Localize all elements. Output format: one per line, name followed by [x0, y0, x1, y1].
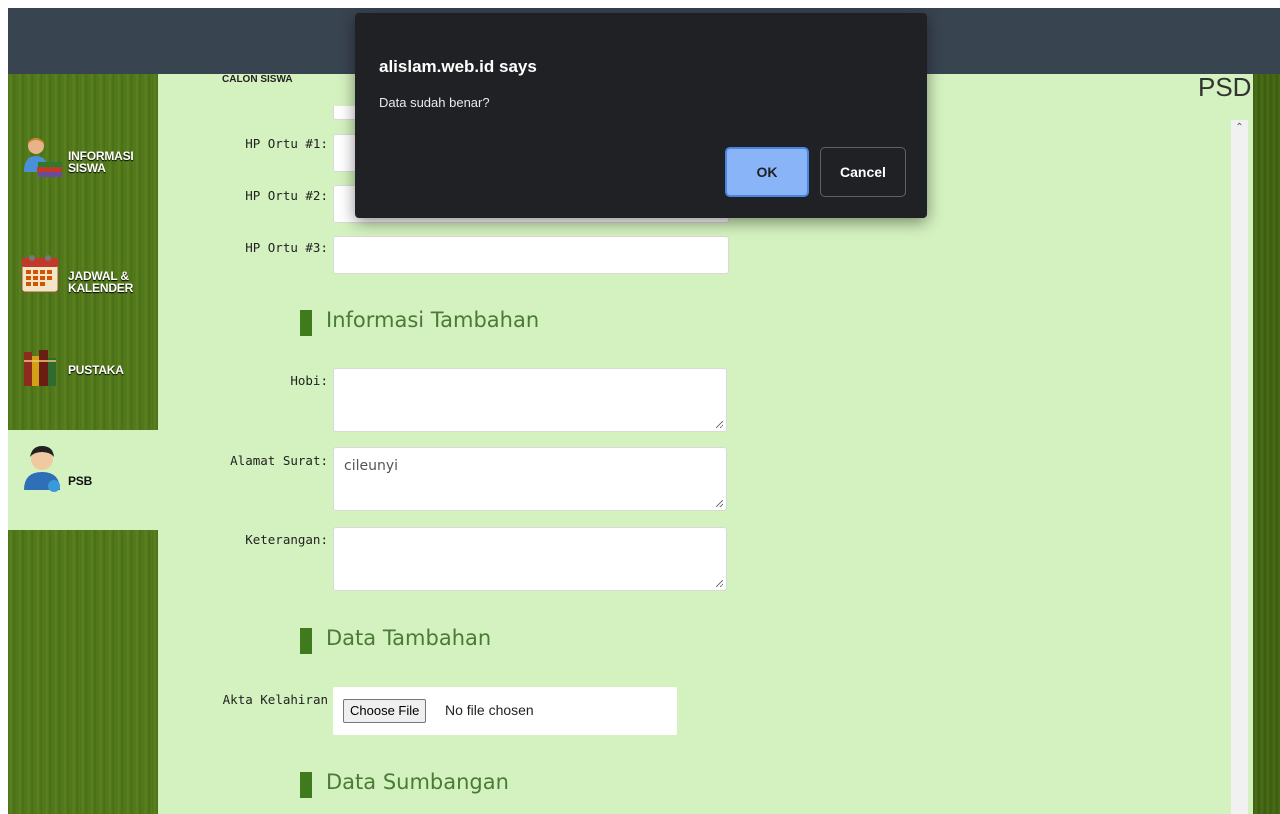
- choose-file-button[interactable]: Choose File: [343, 699, 427, 723]
- section-marker: [300, 628, 312, 654]
- sidebar-item-label: JADWAL & KALENDER: [68, 269, 134, 295]
- akta-kelahiran-label: Akta Kelahiran: [222, 692, 328, 707]
- sidebar-item-label: INFORMASI SISWA: [68, 149, 134, 175]
- confirm-dialog: alislam.web.id says Data sudah benar? OK…: [355, 13, 927, 218]
- sidebar-item-label: PUSTAKA: [68, 363, 124, 377]
- ok-button[interactable]: OK: [725, 147, 809, 197]
- keterangan-label: Keterangan:: [245, 532, 328, 547]
- sidebar-item-informasi-siswa[interactable]: INFORMASI SISWA: [8, 124, 158, 194]
- resize-handle-icon[interactable]: [716, 580, 723, 587]
- alamat-surat-value: cileunyi: [344, 458, 399, 474]
- student-books-icon: [20, 136, 64, 180]
- chevron-up-icon[interactable]: ⌃: [1234, 122, 1245, 133]
- user-icon: [20, 444, 64, 492]
- sidebar-item-label: PSB: [68, 474, 93, 488]
- akta-kelahiran-file-input[interactable]: Choose File No file chosen: [333, 687, 677, 735]
- hp-ortu-3-input[interactable]: [333, 236, 729, 274]
- file-status-text: No file chosen: [445, 702, 534, 718]
- scrollbar[interactable]: ⌃: [1231, 120, 1248, 814]
- alamat-surat-textarea[interactable]: cileunyi: [333, 447, 727, 511]
- dialog-message: Data sudah benar?: [379, 95, 490, 110]
- calendar-icon: [20, 252, 64, 296]
- section-title: Data Tambahan: [326, 626, 492, 650]
- page-code: PSD: [1198, 72, 1252, 102]
- section-marker: [300, 310, 312, 336]
- dialog-title: alislam.web.id says: [379, 57, 537, 76]
- hp-ortu-3-label: HP Ortu #3:: [245, 240, 328, 255]
- hp-ortu-1-label: HP Ortu #1:: [245, 136, 328, 151]
- books-icon: [20, 346, 64, 390]
- sidebar-item-pustaka[interactable]: PUSTAKA: [8, 334, 158, 404]
- resize-handle-icon[interactable]: [716, 500, 723, 507]
- resize-handle-icon[interactable]: [716, 421, 723, 428]
- right-border-strip: [1253, 74, 1280, 814]
- keterangan-textarea[interactable]: [333, 527, 727, 591]
- section-marker: [300, 772, 312, 798]
- browser-viewport: INFORMASI SISWA JADWAL & KALENDER PUSTAK…: [8, 8, 1280, 814]
- section-title: Data Sumbangan: [326, 770, 509, 794]
- hobi-textarea[interactable]: [333, 368, 727, 432]
- section-title: Informasi Tambahan: [326, 308, 540, 332]
- tab-calon-siswa[interactable]: CALON SISWA: [222, 74, 293, 85]
- alamat-surat-label: Alamat Surat:: [230, 453, 328, 468]
- sidebar-item-psb[interactable]: PSB: [8, 430, 158, 530]
- cancel-button[interactable]: Cancel: [820, 147, 906, 197]
- hp-ortu-2-label: HP Ortu #2:: [245, 188, 328, 203]
- hobi-label: Hobi:: [290, 373, 328, 388]
